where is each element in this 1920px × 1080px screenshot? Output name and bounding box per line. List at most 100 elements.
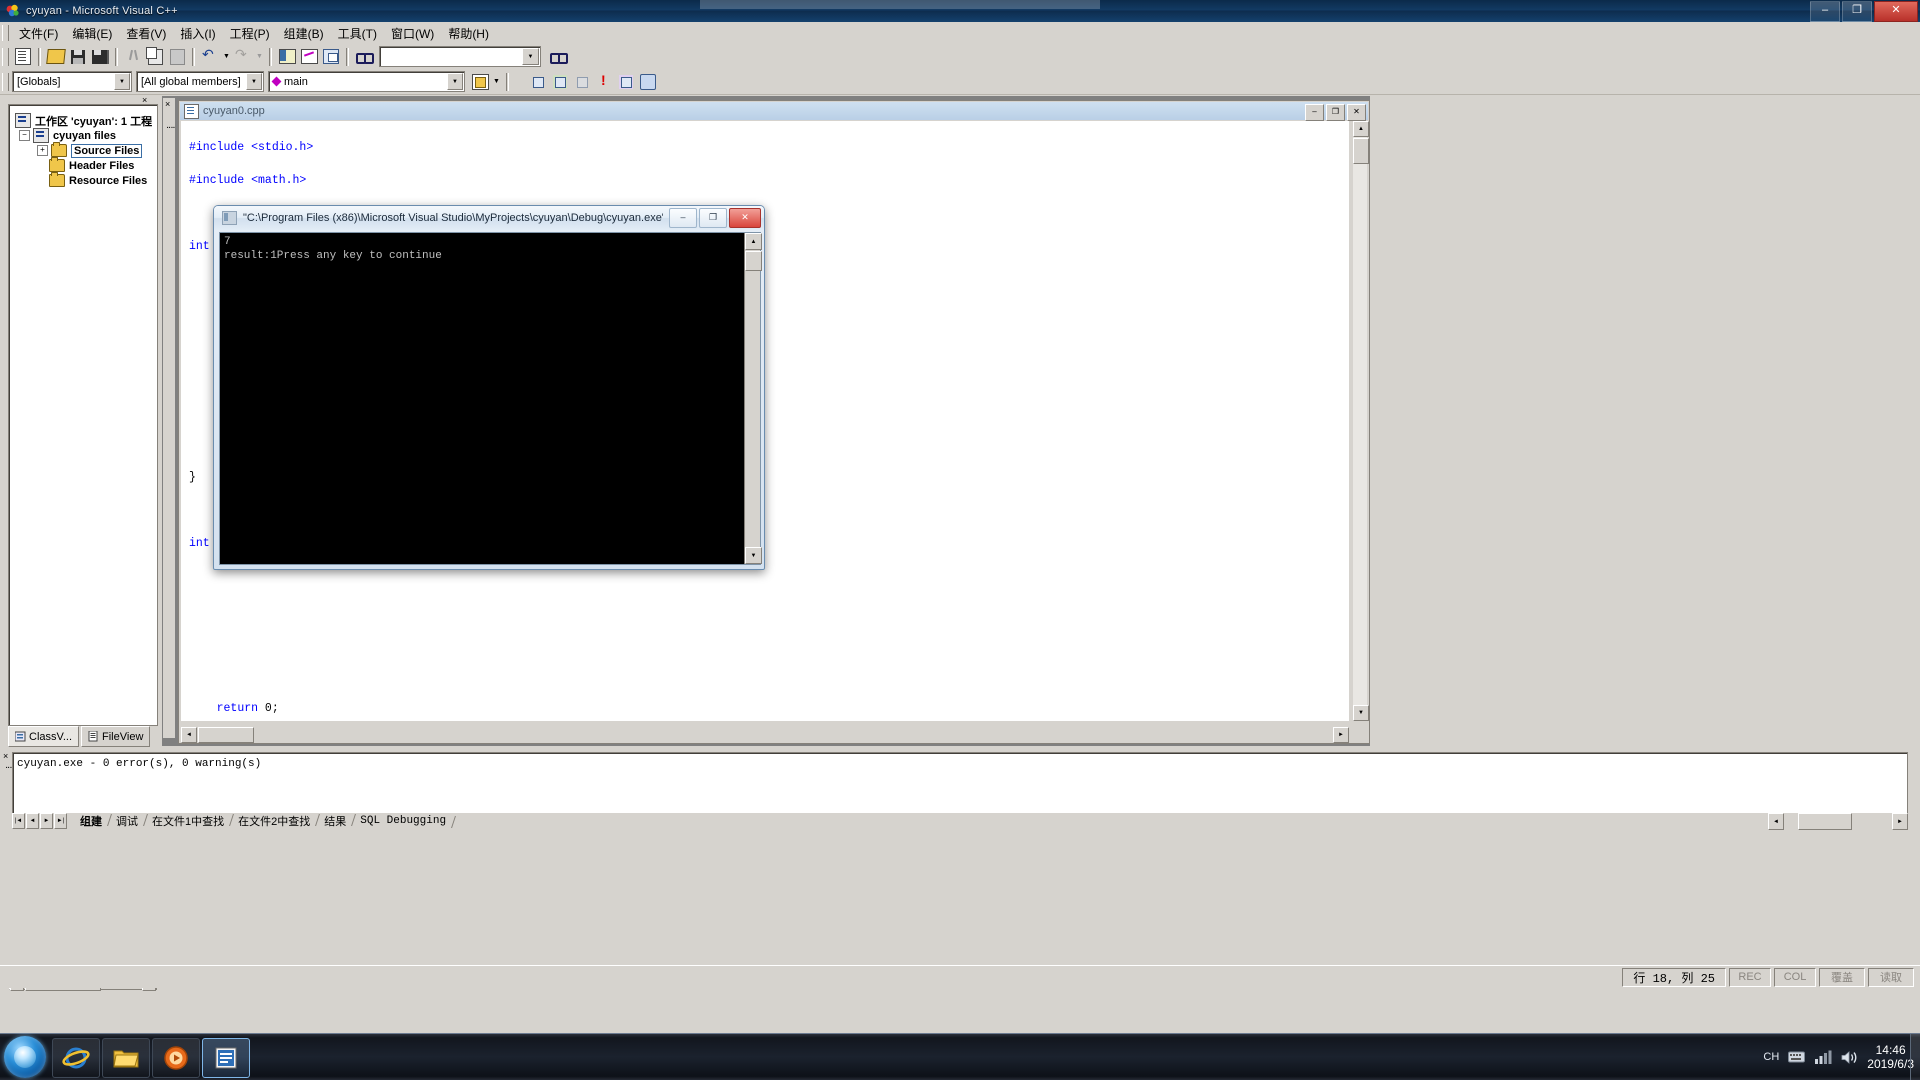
editor-scroll-left-icon[interactable]: ◄	[181, 727, 197, 743]
editor-hscroll-thumb[interactable]	[198, 727, 254, 743]
function-combo[interactable]: main ▼	[268, 71, 465, 92]
copy-icon[interactable]	[144, 46, 166, 67]
console-maximize-button[interactable]: ❐	[699, 208, 727, 228]
open-icon[interactable]	[45, 46, 67, 67]
editor-vscrollbar[interactable]: ▲ ▼	[1352, 121, 1369, 721]
cut-icon[interactable]	[122, 46, 144, 67]
editor-scroll-right-icon[interactable]: ►	[1333, 727, 1349, 743]
tree-item-resource-files[interactable]: Resource Files	[13, 172, 155, 188]
output-tab-build[interactable]: 组建	[73, 813, 109, 829]
output-tab-results[interactable]: 结果	[317, 813, 353, 829]
class-combo-chevron-down-icon[interactable]: ▼	[114, 73, 130, 90]
menu-build[interactable]: 组建(B)	[277, 22, 331, 45]
output-tab-next-icon[interactable]: ►	[40, 813, 53, 829]
output-tab-debug[interactable]: 调试	[109, 813, 145, 829]
editor-vscroll-thumb[interactable]	[1353, 138, 1369, 164]
output-scroll-left-icon[interactable]: ◄	[1768, 813, 1784, 830]
window-close-button[interactable]: ✕	[1874, 1, 1918, 22]
wizardbar-grip[interactable]	[2, 72, 9, 91]
editor-vertical-grip[interactable]: ⁞	[164, 126, 175, 129]
output-tab-find-in-files-1[interactable]: 在文件1中查找	[145, 813, 231, 829]
ime-indicator[interactable]: CH	[1763, 1051, 1779, 1063]
menu-file[interactable]: 文件(F)	[12, 22, 65, 45]
project-collapse-icon[interactable]: −	[19, 130, 30, 141]
network-icon[interactable]	[1814, 1050, 1832, 1065]
editor-close-icon[interactable]: ×	[165, 100, 170, 109]
search-dropdown-icon[interactable]: ▼	[522, 48, 539, 65]
window-maximize-button[interactable]: ❐	[1842, 1, 1872, 22]
wizardbar-action-icon[interactable]	[469, 71, 491, 92]
class-combo[interactable]: [Globals] ▼	[12, 71, 132, 92]
redo-dropdown-icon[interactable]: ▼	[254, 46, 265, 67]
taskbar-internet-explorer[interactable]	[52, 1038, 100, 1078]
menu-insert[interactable]: 插入(I)	[173, 22, 222, 45]
console-scroll-down-icon[interactable]: ▼	[745, 547, 762, 564]
taskbar-media-player[interactable]	[152, 1038, 200, 1078]
taskbar-file-explorer[interactable]	[102, 1038, 150, 1078]
output-tab-last-icon[interactable]: ►|	[54, 813, 67, 829]
new-text-file-icon[interactable]	[12, 46, 34, 67]
execute-program-icon[interactable]	[593, 71, 615, 92]
output-hscroll-thumb[interactable]	[1798, 813, 1852, 830]
window-minimize-button[interactable]: –	[1810, 1, 1840, 22]
find-in-files-icon[interactable]	[353, 46, 375, 67]
windows-start-orb-icon[interactable]	[4, 1036, 46, 1078]
insert-breakpoint-icon[interactable]	[637, 71, 659, 92]
output-toggle-icon[interactable]	[298, 46, 320, 67]
output-pane[interactable]: cyuyan.exe - 0 error(s), 0 warning(s)	[12, 752, 1908, 814]
go-debug-icon[interactable]	[615, 71, 637, 92]
toolbar-grip[interactable]	[2, 47, 9, 66]
menu-help[interactable]: 帮助(H)	[441, 22, 496, 45]
compile-icon[interactable]	[527, 71, 549, 92]
paste-icon[interactable]	[166, 46, 188, 67]
document-close-button[interactable]: ✕	[1347, 104, 1366, 121]
menu-project[interactable]: 工程(P)	[223, 22, 277, 45]
workspace-toggle-icon[interactable]	[276, 46, 298, 67]
tree-item-source-files[interactable]: + Source Files	[13, 142, 155, 158]
output-scroll-right-icon[interactable]: ►	[1892, 813, 1908, 830]
show-desktop-button[interactable]	[1910, 1034, 1920, 1080]
console-scroll-up-icon[interactable]: ▲	[745, 233, 762, 250]
output-tab-find-in-files-2[interactable]: 在文件2中查找	[231, 813, 317, 829]
editor-hscrollbar[interactable]: ◄ ►	[181, 727, 1349, 743]
document-minimize-button[interactable]: –	[1305, 104, 1324, 121]
function-combo-chevron-down-icon[interactable]: ▼	[447, 73, 463, 90]
console-close-button[interactable]: ✕	[729, 208, 761, 228]
build-icon[interactable]	[549, 71, 571, 92]
output-tab-prev-icon[interactable]: ◄	[26, 813, 39, 829]
binoculars-icon[interactable]	[547, 46, 569, 67]
undo-dropdown-icon[interactable]: ▼	[221, 46, 232, 67]
mdi-splitter[interactable]: × ⁞	[163, 98, 175, 738]
tab-fileview[interactable]: FileView	[81, 726, 151, 747]
console-vscroll-thumb[interactable]	[745, 251, 762, 271]
save-all-icon[interactable]	[89, 46, 111, 67]
tab-classview[interactable]: ClassV...	[8, 726, 80, 747]
menu-tools[interactable]: 工具(T)	[331, 22, 384, 45]
output-close-icon[interactable]: ×	[3, 752, 8, 761]
menu-window[interactable]: 窗口(W)	[384, 22, 441, 45]
search-input[interactable]: ▼	[379, 46, 541, 67]
console-vscrollbar[interactable]: ▲ ▼	[744, 233, 762, 564]
window-list-icon[interactable]	[320, 46, 342, 67]
volume-icon[interactable]	[1841, 1050, 1858, 1065]
editor-scroll-up-icon[interactable]: ▲	[1353, 121, 1369, 137]
taskbar-visual-cpp[interactable]	[202, 1038, 250, 1078]
output-tab-sql-debugging[interactable]: SQL Debugging	[353, 815, 453, 827]
tree-item-header-files[interactable]: Header Files	[13, 157, 155, 173]
console-output-area[interactable]: 7 result:1Press any key to continue ▲ ▼	[219, 232, 762, 565]
editor-scroll-down-icon[interactable]: ▼	[1353, 705, 1369, 721]
member-combo-chevron-down-icon[interactable]: ▼	[246, 73, 262, 90]
source-files-expand-icon[interactable]: +	[37, 145, 48, 156]
undo-icon[interactable]	[199, 46, 221, 67]
tree-item-workspace[interactable]: 工作区 'cyuyan': 1 工程	[13, 113, 155, 128]
menu-view[interactable]: 查看(V)	[119, 22, 173, 45]
save-icon[interactable]	[67, 46, 89, 67]
member-combo[interactable]: [All global members] ▼	[136, 71, 264, 92]
console-minimize-button[interactable]: –	[669, 208, 697, 228]
console-titlebar[interactable]: "C:\Program Files (x86)\Microsoft Visual…	[214, 206, 764, 230]
wizardbar-dropdown-icon[interactable]: ▼	[491, 71, 502, 92]
tree-item-project[interactable]: − cyuyan files	[13, 128, 155, 143]
redo-icon[interactable]	[232, 46, 254, 67]
document-maximize-button[interactable]: ❐	[1326, 104, 1345, 121]
taskbar-clock[interactable]: 14:46 2019/6/3	[1867, 1043, 1914, 1071]
